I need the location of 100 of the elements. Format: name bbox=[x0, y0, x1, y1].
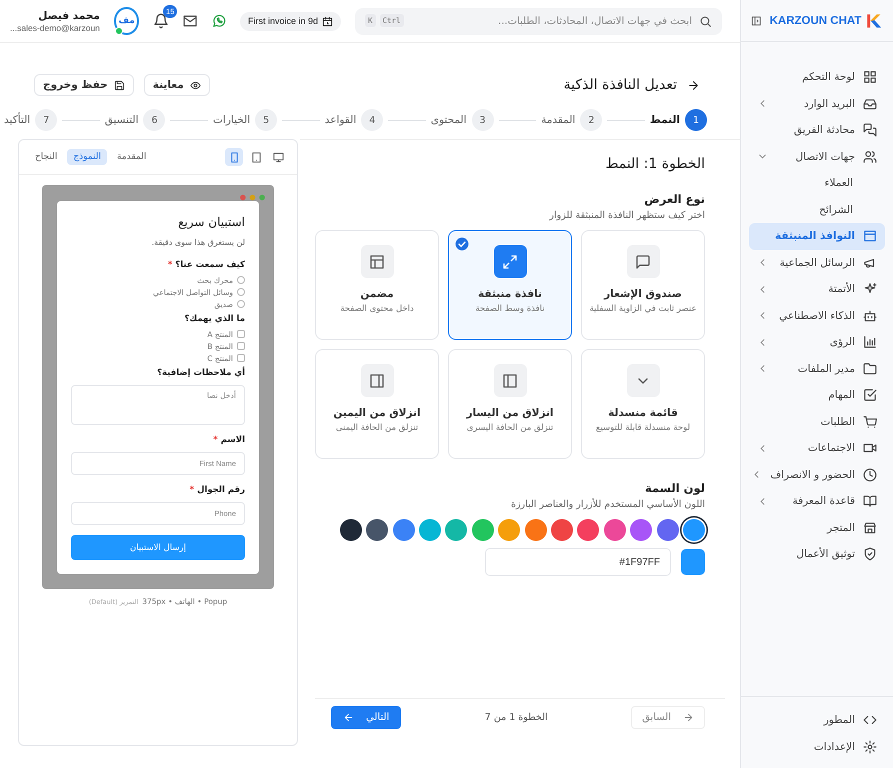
sidebar-item[interactable]: الإعدادات bbox=[749, 734, 885, 760]
inbox-icon bbox=[863, 96, 877, 111]
sidebar-item[interactable]: الاجتماعات bbox=[749, 435, 885, 462]
display-option-card[interactable]: انزلاق من اليسار تنزلق من الحافة اليسرى bbox=[448, 349, 572, 459]
sidebar-item[interactable]: لوحة التحكم bbox=[749, 64, 885, 90]
user-name: محمد فيصل bbox=[37, 10, 100, 22]
radio-button[interactable] bbox=[237, 300, 245, 308]
back-arrow-icon[interactable] bbox=[687, 78, 700, 92]
sidebar-subitem[interactable]: الشرائح bbox=[749, 196, 885, 223]
step-number: 3 bbox=[472, 109, 494, 131]
sidebar-item[interactable]: الرسائل الجماعية bbox=[749, 250, 885, 276]
color-swatch[interactable] bbox=[577, 519, 600, 541]
step-heading: الخطوة 1: النمط bbox=[604, 156, 705, 172]
display-option-card[interactable]: انزلاق من اليمين تنزلق من الحافة اليمنى bbox=[315, 349, 439, 459]
question-label: كيف سمعت عنا؟ bbox=[175, 260, 245, 270]
checkbox[interactable] bbox=[237, 330, 245, 338]
bar-chart-icon bbox=[863, 335, 877, 350]
sidebar-item[interactable]: الرؤى bbox=[749, 329, 885, 356]
sidebar-item[interactable]: المهام bbox=[749, 382, 885, 408]
color-swatch[interactable] bbox=[656, 519, 679, 541]
mail-icon[interactable] bbox=[183, 13, 198, 29]
survey-title: استبيان سريع bbox=[177, 215, 245, 229]
preview-button[interactable]: معاينة bbox=[144, 74, 210, 96]
robot-icon bbox=[863, 308, 877, 323]
section-title: نوع العرض bbox=[643, 192, 705, 206]
display-option-card[interactable]: نافذة منبثقة نافذة وسط الصفحة bbox=[448, 230, 572, 340]
display-option-card[interactable]: مضمن داخل محتوى الصفحة bbox=[315, 230, 439, 340]
sidebar-item[interactable]: محادثة الفريق bbox=[749, 117, 885, 144]
color-swatch[interactable] bbox=[472, 519, 494, 541]
preview-tab[interactable]: النموذج bbox=[67, 149, 107, 165]
settings-icon bbox=[863, 740, 877, 754]
preview-tab[interactable]: النجاح bbox=[29, 149, 64, 165]
checkbox[interactable] bbox=[237, 354, 245, 362]
option-description: تنزلق من الحافة اليسرى bbox=[466, 423, 554, 434]
color-swatch[interactable] bbox=[551, 519, 574, 541]
sidebar-item[interactable]: مدير الملفات bbox=[749, 356, 885, 382]
sidebar-item[interactable]: المطور bbox=[749, 707, 885, 734]
trial-badge[interactable]: First invoice in 9d bbox=[240, 12, 341, 30]
user-avatar[interactable]: مف bbox=[114, 7, 140, 35]
color-swatch[interactable] bbox=[366, 519, 388, 541]
sidebar-item[interactable]: توثيق الأعمال bbox=[749, 541, 885, 568]
color-preview[interactable] bbox=[681, 549, 705, 575]
save-icon bbox=[114, 80, 125, 90]
chevron-down-icon bbox=[626, 364, 660, 397]
user-email: sales-demo@karzoun... bbox=[10, 22, 100, 32]
color-swatch[interactable] bbox=[630, 519, 652, 541]
radio-button[interactable] bbox=[237, 288, 245, 296]
required-mark: * bbox=[213, 435, 218, 445]
sidebar-item[interactable]: قاعدة المعرفة bbox=[749, 488, 885, 514]
color-swatch[interactable] bbox=[445, 519, 468, 541]
color-swatch[interactable] bbox=[498, 519, 520, 541]
sidebar-item[interactable]: الحضور و الانصراف bbox=[749, 462, 885, 488]
color-swatch[interactable] bbox=[683, 519, 705, 541]
section-title: لون السمة bbox=[644, 481, 705, 495]
sidebar-item[interactable]: المتجر bbox=[749, 514, 885, 541]
color-swatch[interactable] bbox=[340, 519, 362, 541]
expand-arrows-icon bbox=[494, 245, 526, 278]
collapse-sidebar-icon[interactable] bbox=[751, 14, 762, 26]
color-swatch[interactable] bbox=[524, 519, 547, 541]
step-number: 2 bbox=[580, 109, 602, 131]
save-exit-button[interactable]: حفظ وخروج bbox=[34, 74, 134, 96]
layout-icon bbox=[360, 245, 394, 278]
sidebar-subitem[interactable]: العملاء bbox=[749, 170, 885, 196]
sidebar-item[interactable]: البريد الوارد bbox=[749, 90, 885, 117]
window-controls-icon bbox=[239, 194, 266, 201]
sidebar-item[interactable]: الأتمتة bbox=[749, 276, 885, 302]
section-subtitle: اللون الأساسي المستخدم للأزرار والعناصر البارزة bbox=[510, 499, 705, 510]
whatsapp-icon[interactable] bbox=[212, 13, 226, 29]
window-icon bbox=[863, 229, 877, 244]
page-title: تعديل النافذة الذكية bbox=[564, 77, 677, 93]
panel-left-icon bbox=[494, 364, 526, 397]
color-swatch[interactable] bbox=[419, 519, 442, 541]
panel-right-icon bbox=[360, 364, 394, 397]
sidebar-item[interactable]: الذكاء الاصطناعي bbox=[749, 302, 885, 329]
color-swatch[interactable] bbox=[604, 519, 626, 541]
question-label: رقم الجوال bbox=[197, 485, 245, 495]
option-description: نافذة وسط الصفحة bbox=[475, 304, 545, 316]
brand-name: KARZOUN CHAT bbox=[770, 14, 862, 26]
checkbox[interactable] bbox=[237, 342, 245, 350]
sidebar-item[interactable]: النوافذ المنبثقة bbox=[749, 223, 885, 250]
radio-button[interactable] bbox=[237, 276, 245, 284]
question-label: ما الذي يهمك؟ bbox=[184, 314, 245, 324]
step-number: 1 bbox=[685, 109, 707, 131]
option-title: مضمن bbox=[360, 288, 394, 300]
display-option-card[interactable]: صندوق الإشعار عنصر ثابت في الزاوية السفلية bbox=[581, 230, 705, 340]
store-icon bbox=[863, 520, 877, 535]
display-option-card[interactable]: قائمة منسدلة لوحة منسدلة قابلة للتوسيع bbox=[581, 349, 705, 459]
sidebar-item[interactable]: جهات الاتصال bbox=[749, 144, 885, 170]
option-description: تنزلق من الحافة اليمنى bbox=[336, 423, 418, 434]
preview-tab[interactable]: المقدمة bbox=[110, 149, 152, 165]
message-square-icon bbox=[626, 245, 660, 278]
phone-icon[interactable] bbox=[225, 148, 243, 166]
sidebar-item[interactable]: الطلبات bbox=[749, 408, 885, 435]
next-button[interactable]: التالي bbox=[331, 706, 402, 729]
notifications-icon[interactable] bbox=[153, 13, 170, 29]
color-swatch[interactable] bbox=[392, 519, 415, 541]
book-icon bbox=[863, 494, 877, 508]
hex-color-field[interactable]: #1F97FF bbox=[485, 548, 671, 576]
step-number: 7 bbox=[35, 109, 58, 131]
search-icon bbox=[699, 14, 712, 28]
